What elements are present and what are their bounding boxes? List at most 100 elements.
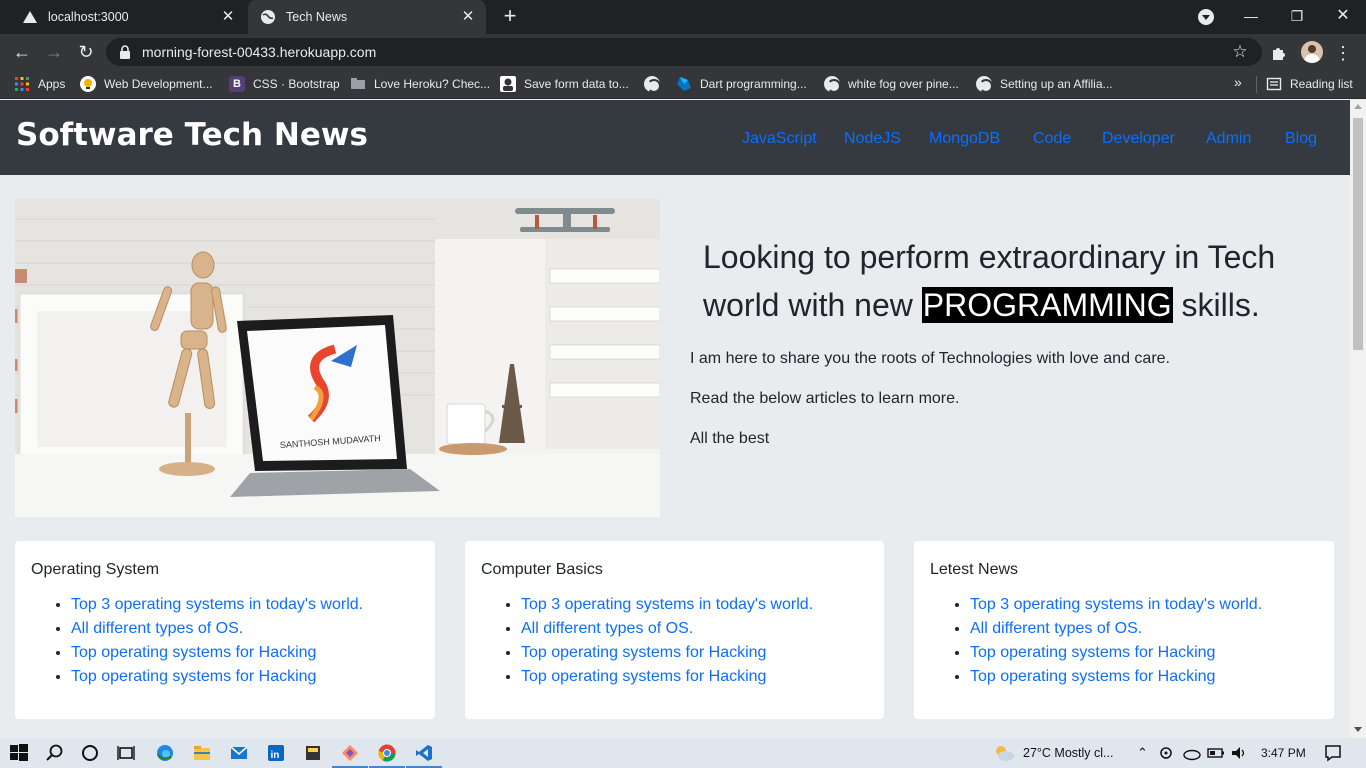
bookmark-css-bootstrap[interactable]: B CSS · Bootstrap [229, 70, 340, 98]
list-item: All different types of OS. [970, 617, 1262, 641]
article-link[interactable]: Top 3 operating systems in today's world… [970, 596, 1262, 613]
mail-icon[interactable] [229, 743, 249, 763]
site-brand[interactable]: Software Tech News [16, 117, 368, 153]
article-link[interactable]: Top operating systems for Hacking [521, 668, 766, 685]
task-view-icon[interactable] [116, 743, 136, 763]
svg-text:in: in [271, 750, 280, 761]
article-link[interactable]: Top operating systems for Hacking [970, 644, 1215, 661]
bookmark-dart-programming[interactable]: Dart programming... [676, 70, 807, 98]
nav-link-nodejs[interactable]: NodeJS [844, 130, 901, 148]
globe-icon [976, 76, 993, 93]
nav-link-admin[interactable]: Admin [1206, 130, 1251, 148]
hero-heading: Looking to perform extraordinary in Tech… [703, 233, 1323, 329]
nav-link-blog[interactable]: Blog [1285, 130, 1317, 148]
network-tray-icon[interactable] [1158, 743, 1174, 763]
folder-icon [350, 76, 366, 92]
hero-heading-text-end: skills. [1172, 287, 1260, 323]
profile-avatar[interactable] [1301, 41, 1323, 63]
cortana-icon[interactable] [80, 743, 100, 763]
paint-3d-icon[interactable] [340, 743, 360, 763]
back-arrow-icon[interactable]: ← [8, 38, 36, 66]
bookmark-love-heroku[interactable]: Love Heroku? Chec... [350, 70, 490, 98]
vscode-icon[interactable] [414, 743, 434, 763]
reading-list-icon [1266, 76, 1282, 92]
bookmark-apps[interactable]: Apps [14, 70, 65, 98]
restore-icon[interactable]: ❐ [1274, 0, 1320, 34]
windows-start-icon[interactable] [9, 743, 29, 763]
globe-icon [824, 76, 841, 93]
web-page: Software Tech News JavaScript NodeJS Mon… [0, 100, 1350, 738]
page-scrollbar[interactable] [1350, 100, 1366, 738]
nav-link-mongodb[interactable]: MongoDB [929, 130, 1000, 148]
extensions-puzzle-icon[interactable] [1268, 42, 1290, 64]
browser-toolbar: ← → ↻ morning-forest-00433.herokuapp.com… [0, 34, 1366, 70]
browser-tab-strip: localhost:3000 ✕ Tech News ✕ + — ❐ ✕ [0, 0, 1366, 34]
bookmark-save-form-data[interactable]: Save form data to... [500, 70, 629, 98]
tray-overflow-chevron-icon[interactable]: ⌃ [1137, 738, 1148, 768]
new-tab-button[interactable]: + [499, 5, 521, 28]
bookmark-globe[interactable] [644, 70, 668, 98]
card-letest-news: Letest News Top 3 operating systems in t… [914, 541, 1334, 719]
weather-text[interactable]: 27°C Mostly cl... [1023, 738, 1113, 768]
hero-paragraph-1: I am here to share you the roots of Tech… [690, 350, 1170, 367]
battery-icon[interactable] [1207, 743, 1225, 763]
search-icon[interactable] [45, 743, 65, 763]
close-tab-icon[interactable]: ✕ [220, 9, 236, 25]
bookmark-label: Setting up an Affilia... [1000, 77, 1113, 91]
article-link[interactable]: Top operating systems for Hacking [71, 644, 316, 661]
article-link[interactable]: All different types of OS. [71, 620, 243, 637]
close-window-icon[interactable]: ✕ [1320, 0, 1366, 34]
notifications-icon[interactable] [1323, 743, 1343, 763]
minimize-icon[interactable]: — [1228, 0, 1274, 34]
bookmark-star-icon[interactable]: ☆ [1230, 42, 1250, 62]
scroll-up-arrow-icon[interactable] [1354, 104, 1362, 109]
article-link[interactable]: All different types of OS. [970, 620, 1142, 637]
site-navbar: Software Tech News JavaScript NodeJS Mon… [0, 100, 1350, 175]
tab-tech-news[interactable]: Tech News ✕ [248, 0, 486, 34]
address-bar[interactable]: morning-forest-00433.herokuapp.com ☆ [106, 38, 1262, 66]
article-link[interactable]: Top 3 operating systems in today's world… [71, 596, 363, 613]
more-menu-icon[interactable]: ⋮ [1334, 42, 1352, 64]
article-link[interactable]: Top operating systems for Hacking [970, 668, 1215, 685]
article-link[interactable]: All different types of OS. [521, 620, 693, 637]
volume-icon[interactable] [1230, 743, 1248, 763]
list-item: Top operating systems for Hacking [970, 665, 1262, 689]
more-bookmarks-chevron[interactable]: » [1234, 74, 1242, 90]
card-operating-system: Operating System Top 3 operating systems… [15, 541, 435, 719]
linkedin-icon[interactable]: in [266, 743, 286, 763]
list-item: Top operating systems for Hacking [521, 665, 813, 689]
article-link[interactable]: Top 3 operating systems in today's world… [521, 596, 813, 613]
card-link-list: Top 3 operating systems in today's world… [970, 593, 1262, 689]
scrollbar-thumb[interactable] [1353, 118, 1363, 350]
close-tab-icon[interactable]: ✕ [460, 9, 476, 25]
clock-time[interactable]: 3:47 PM [1261, 738, 1306, 768]
bookmark-white-fog[interactable]: white fog over pine... [824, 70, 959, 98]
forward-arrow-icon[interactable]: → [40, 38, 68, 66]
tab-search-icon[interactable] [1198, 9, 1214, 25]
list-item: Top 3 operating systems in today's world… [521, 593, 813, 617]
card-link-list: Top 3 operating systems in today's world… [71, 593, 363, 689]
weather-cloud-icon[interactable] [992, 743, 1016, 763]
bookmark-affiliate[interactable]: Setting up an Affilia... [976, 70, 1113, 98]
file-explorer-icon[interactable] [192, 743, 212, 763]
article-link[interactable]: Top operating systems for Hacking [521, 644, 766, 661]
reading-list-label: Reading list [1290, 77, 1353, 91]
scroll-down-arrow-icon[interactable] [1354, 727, 1362, 732]
hero-heading-highlight: PROGRAMMING [921, 287, 1173, 323]
reading-list-button[interactable]: Reading list [1266, 70, 1353, 98]
card-computer-basics: Computer Basics Top 3 operating systems … [465, 541, 884, 719]
bookmark-label: Save form data to... [524, 77, 629, 91]
globe-icon [260, 9, 276, 25]
edge-icon[interactable] [155, 743, 175, 763]
article-link[interactable]: Top operating systems for Hacking [71, 668, 316, 685]
onedrive-cloud-icon[interactable] [1182, 743, 1202, 763]
nav-link-developer[interactable]: Developer [1102, 130, 1175, 148]
nav-link-javascript[interactable]: JavaScript [742, 130, 817, 148]
sticky-notes-icon[interactable] [303, 743, 323, 763]
reload-icon[interactable]: ↻ [72, 38, 100, 66]
nav-link-code[interactable]: Code [1033, 130, 1071, 148]
list-item: Top operating systems for Hacking [970, 641, 1262, 665]
bookmark-web-development[interactable]: Web Development... [80, 70, 213, 98]
tab-localhost[interactable]: localhost:3000 ✕ [8, 0, 246, 34]
chrome-icon[interactable] [377, 743, 397, 763]
